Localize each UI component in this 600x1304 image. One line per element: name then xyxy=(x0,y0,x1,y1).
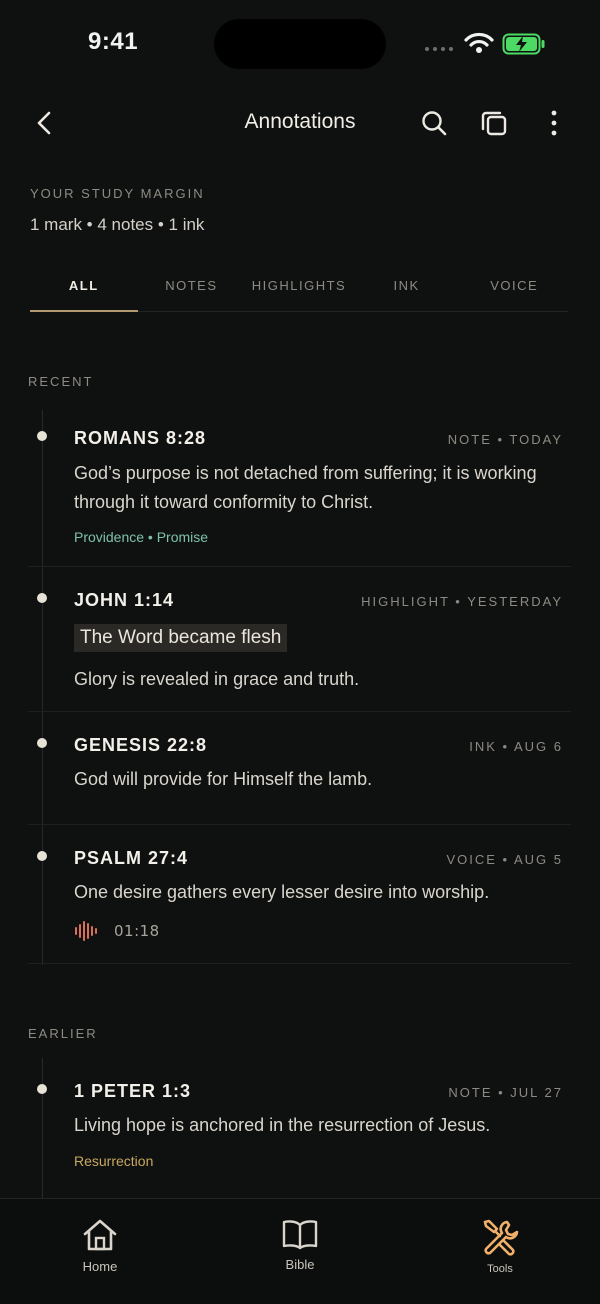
annotation-item[interactable]: GENESIS 22:8 INK • AUG 6 God will provid… xyxy=(28,712,571,825)
timeline-dot xyxy=(37,851,47,861)
nav-tools-label: Tools xyxy=(487,1263,513,1275)
page-title: Annotations xyxy=(244,110,356,133)
annotation-item[interactable]: ROMANS 8:28 NOTE • TODAY God’s purpose i… xyxy=(28,410,571,567)
status-time: 9:41 xyxy=(88,28,139,55)
tab-notes[interactable]: NOTES xyxy=(138,268,246,311)
verse-reference: GENESIS 22:8 xyxy=(74,735,208,755)
dynamic-island xyxy=(214,19,386,69)
tab-ink[interactable]: INK xyxy=(353,268,461,311)
verse-reference: JOHN 1:14 xyxy=(74,590,175,610)
tab-highlights[interactable]: HIGHLIGHTS xyxy=(245,268,353,311)
status-bar: 9:41 xyxy=(0,0,600,90)
tab-all[interactable]: ALL xyxy=(30,268,138,312)
tools-icon xyxy=(483,1219,519,1256)
filter-tabs: ALL NOTES HIGHLIGHTS INK VOICE xyxy=(30,268,568,312)
annotation-meta: INK • AUG 6 xyxy=(469,739,563,754)
timeline-dot xyxy=(37,593,47,603)
verse-reference: ROMANS 8:28 xyxy=(74,428,207,448)
annotation-meta: HIGHLIGHT • YESTERDAY xyxy=(361,594,563,609)
annotation-meta: NOTE • JUL 27 xyxy=(448,1085,563,1100)
section-label-earlier: EARLIER xyxy=(28,1026,98,1041)
nav-bible[interactable]: Bible xyxy=(250,1217,350,1272)
section-label-recent: RECENT xyxy=(28,374,94,389)
annotation-item[interactable]: JOHN 1:14 HIGHLIGHT • YESTERDAY The Word… xyxy=(28,567,571,712)
study-margin-label: YOUR STUDY MARGIN xyxy=(30,186,205,201)
timeline-dot xyxy=(37,431,47,441)
annotation-tags[interactable]: Resurrection xyxy=(74,1153,153,1169)
annotation-meta: NOTE • TODAY xyxy=(447,432,563,447)
verse-reference: 1 PETER 1:3 xyxy=(74,1081,192,1101)
nav-home-label: Home xyxy=(82,1259,118,1274)
annotation-text: God will provide for Himself the lamb. xyxy=(74,769,373,789)
annotation-tags[interactable]: Providence • Promise xyxy=(74,529,208,545)
annotation-item[interactable]: PSALM 27:4 VOICE • AUG 5 One desire gath… xyxy=(28,825,571,964)
home-icon xyxy=(83,1219,117,1251)
timeline-dot xyxy=(37,738,47,748)
annotation-item[interactable]: 1 PETER 1:3 NOTE • JUL 27 Living hope is… xyxy=(28,1058,571,1198)
waveform-icon xyxy=(75,921,97,941)
copy-icon[interactable] xyxy=(479,108,509,138)
annotation-text: One desire gathers every lesser desire i… xyxy=(74,882,490,902)
search-icon[interactable] xyxy=(419,108,449,138)
nav-bible-label: Bible xyxy=(285,1257,315,1272)
nav-home[interactable]: Home xyxy=(50,1217,150,1274)
annotation-text: Glory is revealed in grace and truth. xyxy=(74,669,360,689)
tab-voice[interactable]: VOICE xyxy=(460,268,568,311)
voice-memo-player[interactable]: 01:18 xyxy=(74,920,160,942)
annotation-text: God’s purpose is not detached from suffe… xyxy=(74,463,537,512)
more-vertical-icon[interactable] xyxy=(540,108,570,138)
annotation-text: Living hope is anchored in the resurrect… xyxy=(74,1115,491,1135)
nav-tools[interactable]: Tools xyxy=(450,1217,550,1275)
bottom-navigation: Home Bible Tools xyxy=(0,1198,600,1304)
highlighted-passage: The Word became flesh xyxy=(74,624,288,652)
verse-reference: PSALM 27:4 xyxy=(74,848,189,868)
open-book-icon xyxy=(282,1220,318,1250)
top-app-bar: Annotations xyxy=(0,96,600,152)
cellular-signal-icon xyxy=(425,47,453,51)
wifi-icon xyxy=(464,32,494,53)
annotation-meta: VOICE • AUG 5 xyxy=(446,852,563,867)
study-margin-stats: 1 mark • 4 notes • 1 ink xyxy=(30,215,205,234)
timeline-dot xyxy=(37,1084,47,1094)
battery-charging-icon xyxy=(502,33,545,55)
voice-duration: 01:18 xyxy=(114,922,160,940)
